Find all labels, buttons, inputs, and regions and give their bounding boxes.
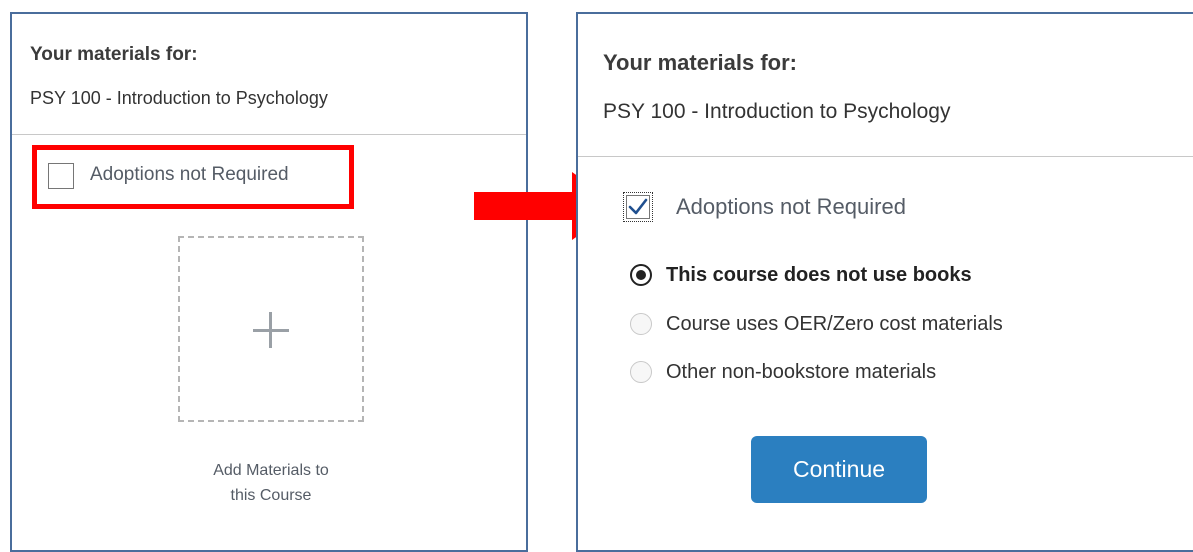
radio-button-selected[interactable] <box>630 264 652 286</box>
add-materials-label-line2: this Course <box>230 487 312 504</box>
course-name: PSY 100 - Introduction to Psychology <box>603 100 951 123</box>
radio-label: Other non-bookstore materials <box>666 360 937 383</box>
materials-panel-after: Your materials for: PSY 100 - Introducti… <box>576 12 1193 552</box>
panel-header: Your materials for: PSY 100 - Introducti… <box>12 14 526 135</box>
radio-option-oer[interactable]: Course uses OER/Zero cost materials <box>630 311 1003 337</box>
add-materials-button[interactable] <box>178 236 364 422</box>
radio-label: This course does not use books <box>666 263 972 286</box>
continue-button[interactable]: Continue <box>751 436 927 503</box>
panel-header: Your materials for: PSY 100 - Introducti… <box>578 14 1193 157</box>
checkmark-icon <box>628 198 648 215</box>
panel-title: Your materials for: <box>603 50 797 75</box>
panel-title: Your materials for: <box>30 44 198 65</box>
radio-option-no-books[interactable]: This course does not use books <box>630 262 972 288</box>
plus-icon-vertical <box>269 312 272 348</box>
radio-label: Course uses OER/Zero cost materials <box>666 312 1003 335</box>
materials-panel-before: Your materials for: PSY 100 - Introducti… <box>10 12 528 552</box>
radio-button[interactable] <box>630 361 652 383</box>
add-materials-label-line1: Add Materials to <box>213 462 329 479</box>
adoptions-not-required-checkbox[interactable] <box>48 163 74 189</box>
add-materials-label[interactable]: Add Materials to this Course <box>172 458 370 508</box>
adoptions-not-required-checkbox[interactable] <box>623 192 653 222</box>
adoptions-not-required-label[interactable]: Adoptions not Required <box>676 194 906 220</box>
adoptions-not-required-label[interactable]: Adoptions not Required <box>90 164 289 186</box>
radio-option-non-bookstore[interactable]: Other non-bookstore materials <box>630 359 936 385</box>
course-name: PSY 100 - Introduction to Psychology <box>30 88 328 108</box>
radio-button[interactable] <box>630 313 652 335</box>
